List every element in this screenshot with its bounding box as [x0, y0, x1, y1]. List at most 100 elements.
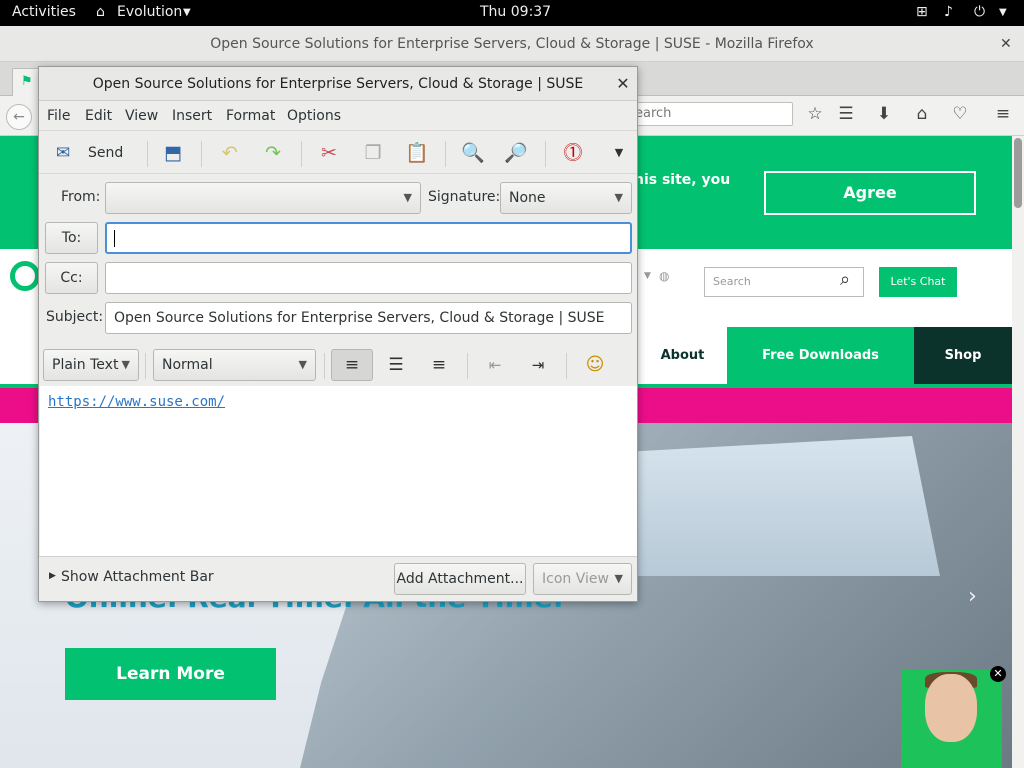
menu-file[interactable]: File: [47, 108, 70, 124]
menu-edit[interactable]: Edit: [85, 108, 112, 124]
globe-icon[interactable]: ◍: [659, 269, 669, 283]
send-icon[interactable]: ✉: [49, 139, 77, 167]
cookie-banner-text: his site, you: [634, 172, 731, 188]
text-cursor: [114, 230, 115, 247]
pocket-icon[interactable]: ♡: [949, 104, 971, 124]
send-button[interactable]: Send: [88, 145, 123, 161]
email-composer-window: Open Source Solutions for Enterprise Ser…: [38, 66, 638, 602]
home-icon[interactable]: ⌂: [911, 104, 933, 124]
toolbar-separator: [201, 141, 202, 167]
signature-combo[interactable]: None ▼: [500, 182, 632, 214]
composer-toolbar: ✉ Send ⬒ ↶ ↷ ✂ ❐ 📋 🔍 🔎 ⓵ ▼: [39, 130, 637, 174]
avatar-face: [925, 674, 977, 742]
from-chevron-icon: ▼: [403, 191, 412, 204]
nav-free-downloads[interactable]: Free Downloads: [727, 327, 914, 384]
align-center-icon[interactable]: ☰: [376, 349, 416, 381]
site-search-icon[interactable]: ⌕: [840, 269, 850, 290]
from-combo[interactable]: ▼: [105, 182, 421, 214]
learn-more-button[interactable]: Learn More: [65, 648, 276, 700]
network-icon[interactable]: ⊞: [916, 4, 928, 20]
attachment-view-chevron-icon: ▼: [614, 572, 623, 585]
attachment-view-value: Icon View: [542, 571, 609, 587]
firefox-search-input[interactable]: earch: [628, 102, 793, 126]
find-replace-icon[interactable]: 🔎: [502, 139, 530, 167]
page-scrollbar[interactable]: [1012, 136, 1024, 768]
firefox-close-icon[interactable]: ✕: [1000, 26, 1012, 62]
to-input[interactable]: [105, 222, 632, 254]
volume-icon[interactable]: ♪: [944, 4, 953, 20]
add-attachment-button[interactable]: Add Attachment...: [394, 563, 526, 595]
menu-insert[interactable]: Insert: [172, 108, 212, 124]
downloads-icon[interactable]: ⬇: [873, 104, 895, 124]
toolbar-separator: [145, 353, 146, 379]
system-menu-chevron-icon[interactable]: ▼: [999, 7, 1007, 18]
menu-options[interactable]: Options: [287, 108, 341, 124]
nav-about[interactable]: About: [638, 327, 727, 384]
suse-favicon-icon: ⚑: [21, 74, 33, 89]
toolbar-separator: [566, 353, 567, 379]
paragraph-style-chevron-icon: ▼: [298, 358, 307, 371]
language-chevron-icon[interactable]: ▼: [644, 271, 651, 281]
align-left-icon[interactable]: ≡: [331, 349, 373, 381]
menu-format[interactable]: Format: [226, 108, 275, 124]
cc-button[interactable]: Cc:: [45, 262, 98, 294]
hamburger-menu-icon[interactable]: ≡: [992, 104, 1014, 124]
undo-icon[interactable]: ↶: [216, 139, 244, 167]
composer-menubar: File Edit View Insert Format Options: [39, 102, 637, 130]
toolbar-separator: [324, 353, 325, 379]
to-button[interactable]: To:: [45, 222, 98, 254]
cut-icon[interactable]: ✂: [315, 139, 343, 167]
avatar-close-icon[interactable]: ✕: [990, 666, 1006, 682]
redo-icon[interactable]: ↷: [259, 139, 287, 167]
nav-shop[interactable]: Shop: [914, 327, 1012, 384]
subject-label: Subject:: [46, 309, 104, 325]
hero-next-chevron-icon[interactable]: ›: [968, 584, 977, 609]
reading-list-icon[interactable]: ☰: [835, 104, 857, 124]
priority-icon[interactable]: ⓵: [559, 139, 587, 167]
composer-close-icon[interactable]: ✕: [613, 74, 633, 94]
toolbar-separator: [445, 141, 446, 167]
toolbar-separator: [545, 141, 546, 167]
toolbar-separator: [467, 353, 468, 379]
format-mode-combo[interactable]: Plain Text ▼: [43, 349, 139, 381]
copy-icon[interactable]: ❐: [359, 139, 387, 167]
toolbar-overflow-chevron-icon[interactable]: ▼: [605, 139, 633, 167]
app-menu-icon[interactable]: ⌂: [96, 4, 105, 20]
format-mode-value: Plain Text: [52, 357, 119, 373]
message-body-editor[interactable]: https://www.suse.com/: [40, 386, 637, 556]
subject-input[interactable]: Open Source Solutions for Enterprise Ser…: [105, 302, 632, 334]
power-icon[interactable]: ⏻: [974, 4, 985, 20]
smiley-icon[interactable]: ☺: [577, 349, 613, 381]
save-draft-icon[interactable]: ⬒: [159, 139, 187, 167]
agree-button[interactable]: Agree: [764, 171, 976, 215]
align-right-icon[interactable]: ≡: [419, 349, 459, 381]
clock[interactable]: Thu 09:37: [480, 4, 551, 20]
indent-icon[interactable]: ⇥: [518, 349, 558, 381]
signature-label: Signature:: [428, 189, 501, 205]
signature-value: None: [509, 190, 546, 206]
toolbar-separator: [147, 141, 148, 167]
unindent-icon[interactable]: ⇤: [475, 349, 515, 381]
show-attachment-bar-toggle[interactable]: Show Attachment Bar: [61, 569, 214, 585]
activities-button[interactable]: Activities: [12, 4, 76, 20]
paragraph-style-value: Normal: [162, 357, 213, 373]
body-link[interactable]: https://www.suse.com/: [48, 394, 225, 410]
attachment-view-combo[interactable]: Icon View ▼: [533, 563, 632, 595]
find-icon[interactable]: 🔍: [459, 139, 487, 167]
format-mode-chevron-icon: ▼: [121, 358, 130, 371]
suse-logo-icon[interactable]: [10, 261, 40, 291]
paste-icon[interactable]: 📋: [403, 139, 431, 167]
bookmark-star-icon[interactable]: ☆: [804, 104, 826, 124]
page-scrollbar-thumb[interactable]: [1014, 138, 1022, 208]
firefox-tab[interactable]: ⚑: [12, 68, 40, 96]
expander-arrow-icon[interactable]: ▶: [49, 571, 56, 581]
paragraph-style-combo[interactable]: Normal ▼: [153, 349, 316, 381]
toolbar-separator: [301, 141, 302, 167]
cc-input[interactable]: [105, 262, 632, 294]
attachment-bar: ▶ Show Attachment Bar Add Attachment... …: [39, 556, 637, 601]
menu-view[interactable]: View: [125, 108, 158, 124]
app-menu-button[interactable]: Evolution: [117, 4, 182, 20]
from-label: From:: [61, 189, 101, 205]
back-icon[interactable]: ←: [6, 104, 32, 130]
lets-chat-button[interactable]: Let's Chat: [879, 267, 957, 297]
